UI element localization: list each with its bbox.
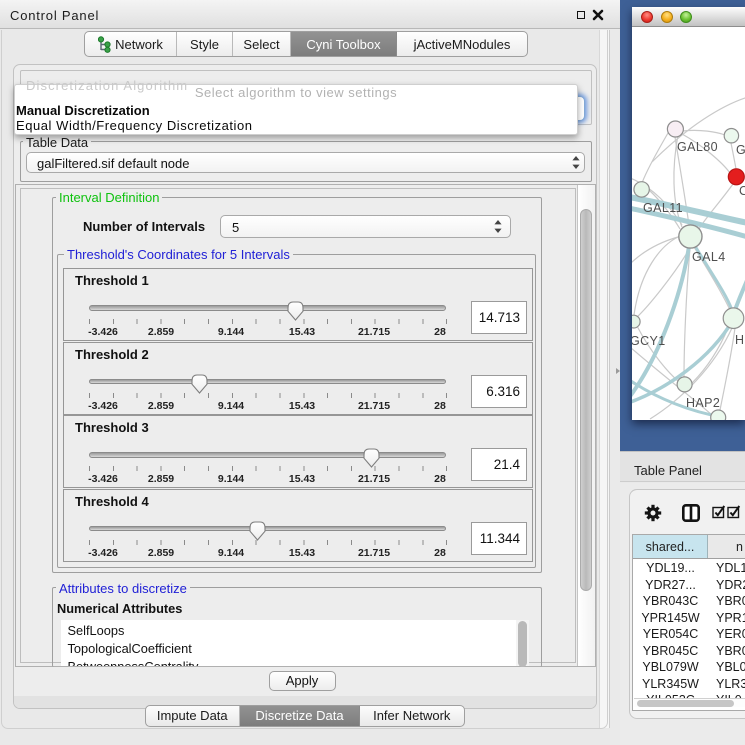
svg-text:HAP2: HAP2: [686, 396, 720, 410]
svg-text:GCY1: GCY1: [632, 334, 666, 348]
svg-text:G.: G.: [736, 143, 745, 157]
svg-text:C: C: [739, 184, 745, 198]
svg-text:H: H: [735, 333, 744, 347]
svg-text:GAL4: GAL4: [692, 250, 726, 264]
svg-text:GAL11: GAL11: [643, 201, 683, 215]
svg-text:GAL80: GAL80: [677, 140, 718, 154]
